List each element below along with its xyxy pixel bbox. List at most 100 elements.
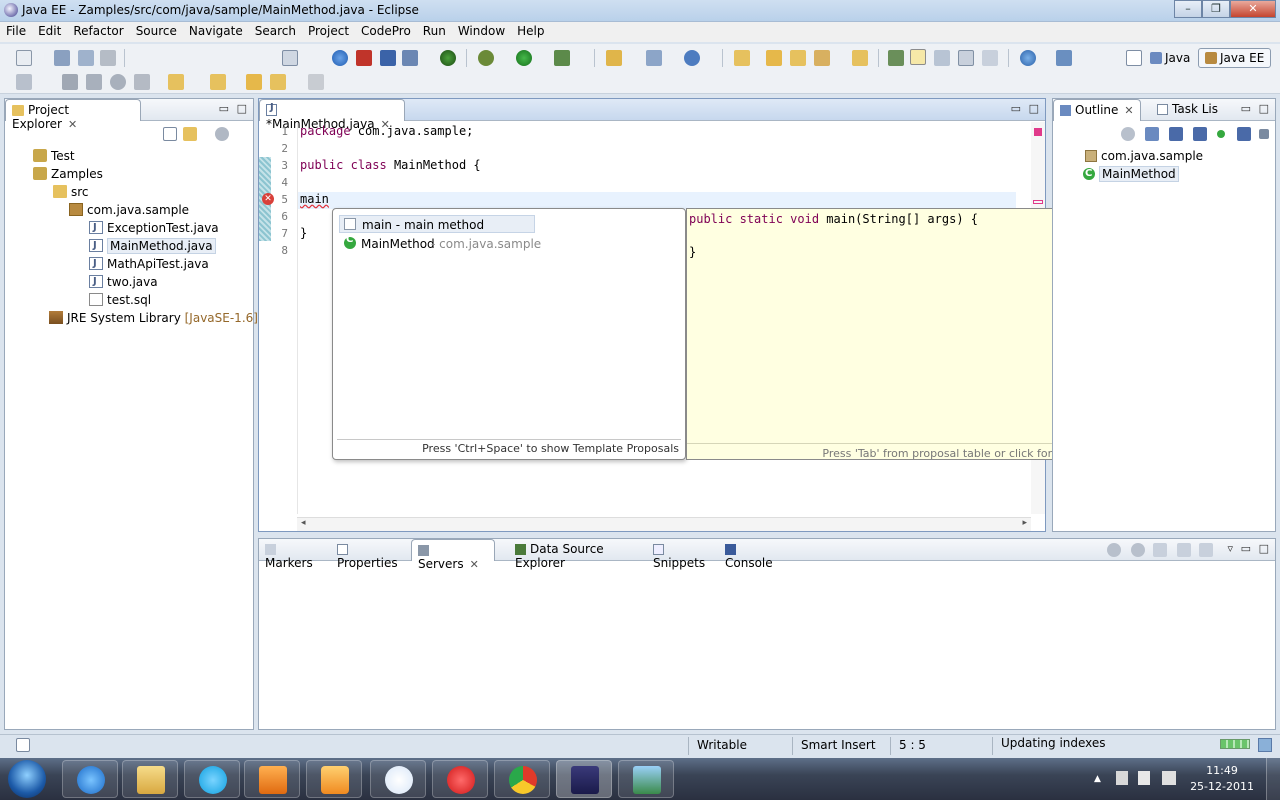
- tab-markers[interactable]: Markers: [259, 539, 329, 570]
- code-line-7[interactable]: }: [300, 226, 307, 240]
- menu-navigate[interactable]: Navigate: [183, 22, 249, 42]
- taskbar-skype[interactable]: [184, 760, 240, 798]
- last-edit-icon[interactable]: [246, 74, 262, 90]
- tab-snippets[interactable]: Snippets: [647, 539, 717, 570]
- globe-icon[interactable]: [332, 50, 348, 66]
- publish-icon[interactable]: [1199, 543, 1213, 557]
- tab-properties[interactable]: Properties: [331, 539, 409, 570]
- new-package-icon[interactable]: [646, 50, 662, 66]
- show-whitespace-icon[interactable]: [958, 50, 974, 66]
- horizontal-scrollbar[interactable]: ◂ ▸: [297, 517, 1031, 531]
- menu-window[interactable]: Window: [452, 22, 511, 42]
- back-icon[interactable]: [270, 74, 286, 90]
- next-annotation-icon[interactable]: [168, 74, 184, 90]
- proposal-row-selected[interactable]: main - main method: [339, 215, 535, 233]
- close-icon[interactable]: ✕: [470, 558, 479, 571]
- tree-item[interactable]: Zamples: [33, 165, 103, 183]
- menu-file[interactable]: File: [0, 22, 32, 42]
- hide-local-types-icon[interactable]: [1217, 130, 1225, 138]
- menu-search[interactable]: Search: [249, 22, 302, 42]
- new-server-icon[interactable]: [606, 50, 622, 66]
- outline-item[interactable]: com.java.sample: [1085, 147, 1203, 165]
- tree-item[interactable]: src: [53, 183, 89, 201]
- save-icon[interactable]: [54, 50, 70, 66]
- tree-item[interactable]: JRE System Library [JavaSE-1.6]: [49, 309, 258, 327]
- forward-icon[interactable]: [308, 74, 324, 90]
- close-icon[interactable]: ✕: [1124, 104, 1133, 117]
- tree-item[interactable]: test.sql: [89, 291, 151, 309]
- annotation-icon[interactable]: [888, 50, 904, 66]
- link-editor-icon[interactable]: [1237, 127, 1251, 141]
- tab-mainmethod-java[interactable]: *MainMethod.java✕: [259, 99, 405, 131]
- view-menu-icon[interactable]: ▿: [1227, 542, 1233, 555]
- menu-run[interactable]: Run: [417, 22, 452, 42]
- taskbar-google-talk[interactable]: [370, 760, 426, 798]
- show-desktop-button[interactable]: [1266, 758, 1280, 800]
- maximize-view-icon[interactable]: □: [237, 102, 247, 115]
- taskbar-picture-viewer[interactable]: [618, 760, 674, 798]
- view-menu-icon[interactable]: [1259, 129, 1269, 139]
- maximize-view-icon[interactable]: □: [1259, 542, 1269, 555]
- error-line-marker[interactable]: [1033, 200, 1043, 204]
- skip-breakpoints-icon[interactable]: [86, 74, 102, 90]
- tab-servers[interactable]: Servers ✕: [411, 539, 495, 571]
- disconnect-icon[interactable]: [134, 74, 150, 90]
- link-editor-icon[interactable]: [183, 127, 197, 141]
- block-selection-icon[interactable]: [934, 50, 950, 66]
- view-menu-icon[interactable]: [215, 127, 229, 141]
- code-line-5[interactable]: main: [300, 192, 329, 206]
- scroll-left-icon[interactable]: ◂: [301, 518, 306, 528]
- tab-console[interactable]: Console: [719, 539, 791, 570]
- minimize-view-icon[interactable]: ▭: [1241, 542, 1251, 555]
- mark-occurrences-icon[interactable]: [910, 49, 926, 65]
- tree-item[interactable]: com.java.sample: [69, 201, 189, 219]
- taskbar-internet-explorer[interactable]: [62, 760, 118, 798]
- network-icon[interactable]: [1116, 771, 1128, 785]
- profile-server-icon[interactable]: [1153, 543, 1167, 557]
- taskbar-chrome[interactable]: [494, 760, 550, 798]
- perspective-java[interactable]: Java: [1150, 51, 1190, 65]
- code-line-1[interactable]: package com.java.sample;: [300, 124, 473, 138]
- open-project-icon[interactable]: [766, 50, 782, 66]
- start-server-icon[interactable]: [1131, 543, 1145, 557]
- menu-codepro[interactable]: CodePro: [355, 22, 417, 42]
- prev-annotation-icon[interactable]: [210, 74, 226, 90]
- menu-refactor[interactable]: Refactor: [67, 22, 129, 42]
- hide-fields-icon[interactable]: [1121, 127, 1135, 141]
- outline-item[interactable]: MainMethod: [1083, 165, 1179, 183]
- menu-help[interactable]: Help: [511, 22, 550, 42]
- run-icon[interactable]: [516, 50, 532, 66]
- new-class-icon[interactable]: [684, 50, 700, 66]
- tab-task-list[interactable]: Task Lis: [1151, 99, 1241, 121]
- browser-icon[interactable]: [1020, 50, 1036, 66]
- sort-icon[interactable]: [1145, 127, 1159, 141]
- close-button[interactable]: ✕: [1230, 0, 1276, 18]
- debug-icon[interactable]: [478, 50, 494, 66]
- taskbar-airtel[interactable]: [432, 760, 488, 798]
- tree-item[interactable]: Test: [33, 147, 75, 165]
- progress-view-icon[interactable]: [1258, 738, 1272, 752]
- system-clock[interactable]: 11:49 25-12-2011: [1190, 763, 1254, 795]
- terminate-icon[interactable]: [110, 74, 126, 90]
- start-button-icon[interactable]: [8, 760, 46, 798]
- toggle-icon[interactable]: [16, 74, 32, 90]
- taskbar-file-explorer[interactable]: [122, 760, 178, 798]
- fast-view-icon[interactable]: [16, 738, 30, 752]
- open-resource-icon[interactable]: [790, 50, 806, 66]
- codepro-icon[interactable]: [380, 50, 396, 66]
- code-line-3[interactable]: public class MainMethod {: [300, 158, 481, 172]
- show-hidden-icons-icon[interactable]: ▲: [1094, 774, 1101, 784]
- collapse-all-icon[interactable]: [163, 127, 177, 141]
- hide-static-icon[interactable]: [1169, 127, 1183, 141]
- record-icon[interactable]: [356, 50, 372, 66]
- maximize-button[interactable]: ❐: [1202, 0, 1230, 18]
- metrics-icon[interactable]: [440, 50, 456, 66]
- maximize-view-icon[interactable]: □: [1029, 102, 1039, 115]
- open-task-icon[interactable]: [852, 50, 868, 66]
- tab-data-source-explorer[interactable]: Data Source Explorer: [509, 539, 649, 570]
- tree-item[interactable]: ExceptionTest.java: [89, 219, 219, 237]
- resume-icon[interactable]: [62, 74, 78, 90]
- tree-item[interactable]: MathApiTest.java: [89, 255, 209, 273]
- debug-server-icon[interactable]: [1107, 543, 1121, 557]
- audit-icon[interactable]: [402, 50, 418, 66]
